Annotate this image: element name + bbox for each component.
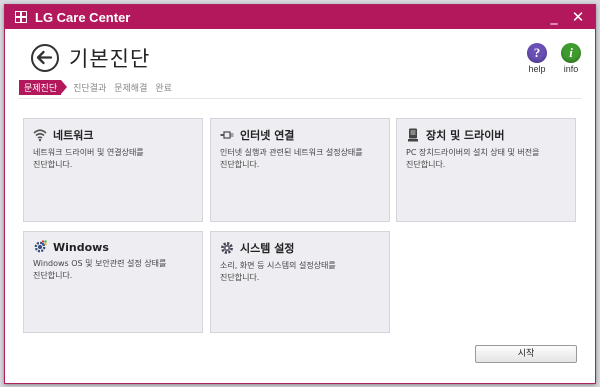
step-complete: 완료: [155, 83, 172, 94]
card-internet[interactable]: 인터넷 연결 인터넷 실행과 관련된 네트워크 설정상태를 진단합니다.: [210, 118, 390, 222]
card-network-desc: 네트워크 드라이버 및 연결상태를 진단합니다.: [33, 148, 144, 169]
back-button[interactable]: [31, 44, 59, 72]
card-network[interactable]: 네트워크 네트워크 드라이버 및 연결상태를 진단합니다.: [23, 118, 203, 222]
windows-gear-icon: [34, 240, 47, 253]
close-button[interactable]: ✕: [567, 5, 589, 29]
card-system-desc: 소리, 화면 등 시스템의 설정상태를 진단합니다.: [220, 261, 336, 282]
card-windows-title: Windows: [53, 240, 109, 254]
page-header: 기본진단 ? help i info: [5, 29, 595, 83]
gear-icon: [221, 242, 233, 254]
title-bar[interactable]: LG Care Center _ ✕: [5, 5, 595, 29]
device-icon: [408, 128, 418, 142]
info-icon: i: [561, 43, 581, 63]
card-system[interactable]: 시스템 설정 소리, 화면 등 시스템의 설정상태를 진단합니다.: [210, 231, 390, 333]
app-logo-icon: [15, 11, 27, 23]
help-label: help: [528, 64, 546, 74]
card-devices[interactable]: 장치 및 드라이버 PC 장치드라이버의 설치 상태 및 버전을 진단합니다.: [396, 118, 576, 222]
back-arrow-icon: [36, 50, 53, 65]
help-button[interactable]: ? help: [522, 43, 552, 74]
step-breadcrumb: 문제진단 진단결과 문제해결 완료: [19, 79, 180, 95]
card-windows-desc: Windows OS 및 보안관련 설정 상태를 진단합니다.: [33, 259, 167, 280]
wifi-icon: [33, 129, 47, 142]
card-system-title: 시스템 설정: [240, 242, 295, 255]
info-label: info: [563, 64, 579, 74]
page-title: 기본진단: [69, 47, 151, 71]
ethernet-icon: [220, 131, 234, 139]
help-icon: ?: [527, 43, 547, 63]
header-divider: [19, 98, 581, 99]
info-button[interactable]: i info: [556, 43, 586, 74]
card-devices-desc: PC 장치드라이버의 설치 상태 및 버전을 진단합니다.: [406, 148, 540, 169]
minimize-button[interactable]: _: [543, 5, 565, 29]
start-button[interactable]: 시작: [475, 345, 577, 363]
step-result: 진단결과: [73, 83, 107, 94]
card-network-title: 네트워크: [53, 129, 94, 142]
card-internet-desc: 인터넷 실행과 관련된 네트워크 설정상태를 진단합니다.: [220, 148, 363, 169]
step-diagnose: 문제진단: [19, 79, 68, 95]
window-title: LG Care Center: [35, 9, 131, 25]
app-window: LG Care Center _ ✕ 기본진단 ? help i info 문제…: [4, 4, 596, 384]
card-windows[interactable]: Windows Windows OS 및 보안관련 설정 상태를 진단합니다.: [23, 231, 203, 333]
step-fix: 문제해결: [114, 83, 148, 94]
card-devices-title: 장치 및 드라이버: [426, 129, 505, 142]
card-internet-title: 인터넷 연결: [240, 129, 295, 142]
